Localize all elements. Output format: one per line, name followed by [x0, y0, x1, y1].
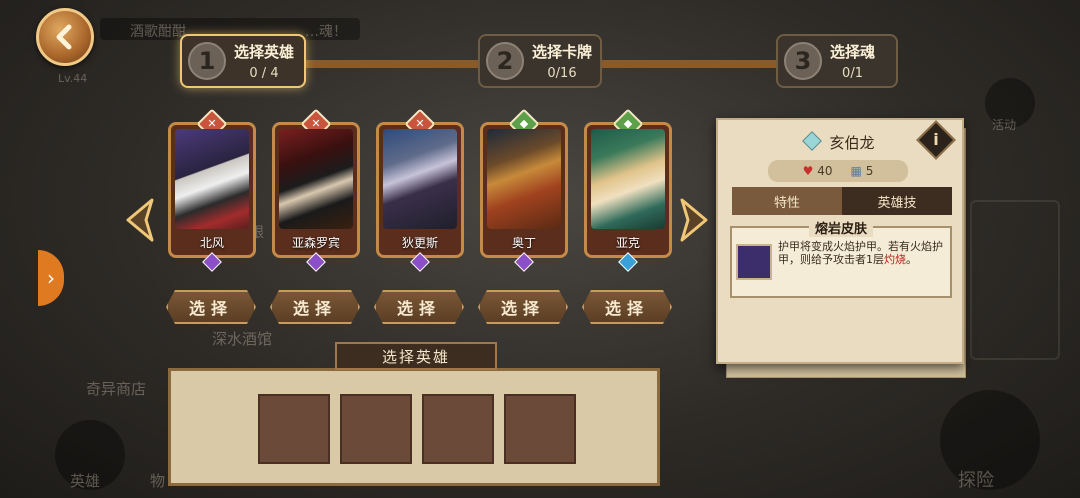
skill-desc-text: 护甲将变成火焰护甲。若有火焰护甲，则给予攻击者1层 [778, 240, 943, 266]
info-button[interactable]: i [916, 120, 956, 160]
select-hero-button[interactable]: 选择 [478, 290, 568, 324]
selected-hero-panel [168, 368, 660, 486]
hero-slot[interactable] [340, 394, 412, 464]
health-stat: ♥ 40 [803, 164, 833, 178]
health-value: 40 [817, 164, 833, 178]
background-banner-text-2: …魂！ [305, 24, 347, 40]
card-value: 5 [865, 164, 874, 178]
step-label: 选择卡牌 [532, 43, 593, 61]
step-count: 0/16 [547, 66, 577, 81]
hero-name: 亚克 [615, 236, 640, 250]
background-banner-text: 酒歌酣酣 [130, 24, 186, 40]
hero-card-beifeng[interactable]: ✕ 北风 [168, 108, 256, 272]
background-shop: 奇异商店 [86, 380, 147, 398]
step-tab-select-soul[interactable]: 3 选择魂 0/1 [776, 34, 898, 88]
tab-trait[interactable]: 特性 [732, 187, 842, 215]
hero-portrait [591, 129, 665, 229]
hero-card-arsene-lupin[interactable]: ✕ 亚森罗宾 [272, 108, 360, 272]
class-gem-icon [802, 131, 823, 151]
background-nav-explore: 探险 [958, 470, 994, 491]
skill-box: 熔岩皮肤 护甲将变成火焰护甲。若有火焰护甲，则给予攻击者1层灼烧。 [730, 218, 952, 298]
player-level: Lv.44 [58, 72, 88, 85]
hero-portrait [279, 129, 353, 229]
background-nav-hero: 英雄 [70, 472, 101, 490]
hero-card-yake[interactable]: ◆ 亚克 [584, 108, 672, 272]
side-expand-tab[interactable]: › [38, 250, 64, 306]
hero-portrait [175, 129, 249, 229]
hero-card-odin[interactable]: ◆ 奥丁 [480, 108, 568, 272]
card-icon: ▦ [850, 164, 862, 178]
chevron-right-icon: › [47, 266, 55, 290]
step-tab-select-cards[interactable]: 2 选择卡牌 0/16 [478, 34, 602, 88]
hero-card-dickens[interactable]: ✕ 狄更斯 [376, 108, 464, 272]
back-arrow-icon [56, 24, 72, 50]
lava-skin-icon [736, 244, 772, 280]
hero-name: 狄更斯 [401, 236, 438, 250]
next-page-arrow[interactable] [676, 196, 712, 244]
rarity-gem-icon [202, 252, 222, 272]
heart-icon: ♥ [802, 164, 814, 178]
hero-slot[interactable] [258, 394, 330, 464]
background-tavern: 深水酒馆 [212, 330, 273, 348]
hero-portrait [487, 129, 561, 229]
rarity-gem-icon [514, 252, 534, 272]
prev-page-arrow[interactable] [122, 196, 158, 244]
tab-hero-skill[interactable]: 英雄技 [842, 187, 952, 215]
skill-desc-end: 。 [906, 253, 917, 266]
step-number: 1 [188, 42, 226, 80]
step-number: 2 [486, 42, 524, 80]
rarity-gem-icon [618, 252, 638, 272]
background-building [970, 200, 1060, 360]
select-hero-button[interactable]: 选择 [374, 290, 464, 324]
skill-name: 熔岩皮肤 [808, 218, 874, 237]
step-label: 选择英雄 [234, 43, 295, 61]
select-hero-button[interactable]: 选择 [166, 290, 256, 324]
info-icon: i [933, 130, 939, 149]
step-count: 0 / 4 [249, 66, 279, 81]
hero-name: 奥丁 [511, 236, 536, 250]
skill-desc-keyword: 灼烧 [884, 253, 906, 266]
step-count: 0/1 [842, 66, 863, 81]
select-hero-button[interactable]: 选择 [270, 290, 360, 324]
hero-name: 亚森罗宾 [291, 236, 340, 250]
step-label: 选择魂 [830, 43, 876, 61]
rarity-gem-icon [410, 252, 430, 272]
selected-hero-title: 选择英雄 [335, 342, 497, 370]
rarity-gem-icon [306, 252, 326, 272]
hero-detail-panel: 亥伯龙 i ♥ 40 ▦ 5 特性 英雄技 熔岩皮肤 护甲将变成火焰护甲。若有火… [716, 118, 964, 364]
back-button[interactable] [36, 8, 94, 66]
select-hero-button[interactable]: 选择 [582, 290, 672, 324]
step-tab-select-hero[interactable]: 1 选择英雄 0 / 4 [180, 34, 306, 88]
background-nav-other: 活动 [992, 118, 1017, 132]
detail-tabs: 特性 英雄技 [732, 187, 952, 215]
background-nav-item: 物 [150, 472, 166, 490]
hero-name: 北风 [199, 236, 224, 250]
skill-description: 护甲将变成火焰护甲。若有火焰护甲，则给予攻击者1层灼烧。 [778, 240, 948, 266]
step-number: 3 [784, 42, 822, 80]
hero-detail-name: 亥伯龙 [829, 134, 875, 152]
hero-slot[interactable] [504, 394, 576, 464]
card-stat: ▦ 5 [851, 164, 874, 178]
hero-portrait [383, 129, 457, 229]
hero-slot[interactable] [422, 394, 494, 464]
hero-stats-bar: ♥ 40 ▦ 5 [768, 160, 908, 182]
